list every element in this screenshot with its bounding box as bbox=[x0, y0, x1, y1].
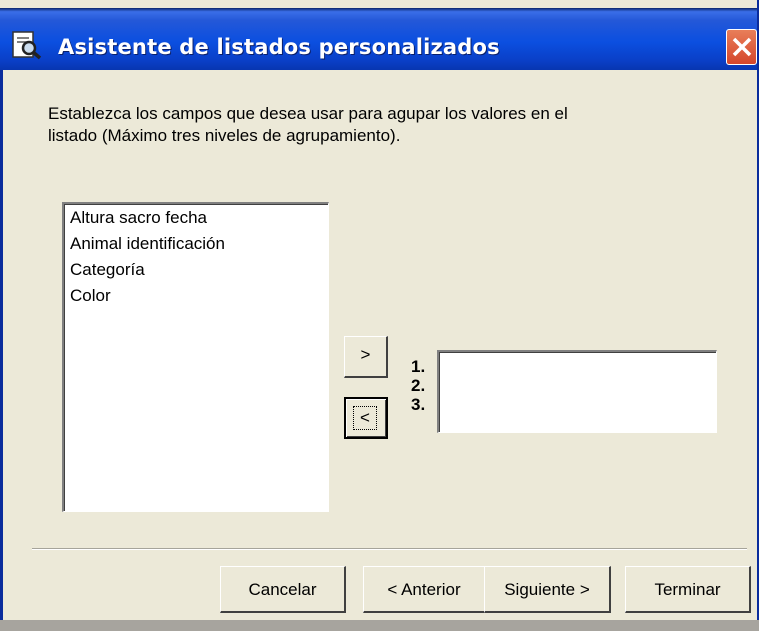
cancel-button[interactable]: Cancelar bbox=[220, 566, 346, 613]
list-item[interactable]: Categoría bbox=[64, 257, 328, 283]
list-item[interactable]: Color bbox=[64, 283, 328, 309]
title-bar[interactable]: Asistente de listados personalizados bbox=[0, 8, 757, 70]
window-border bbox=[0, 70, 3, 620]
previous-button[interactable]: < Anterior bbox=[363, 566, 486, 613]
list-item[interactable]: Altura sacro fecha bbox=[64, 205, 328, 231]
available-fields-list[interactable]: Altura sacro fecha Animal identificación… bbox=[62, 202, 329, 512]
divider bbox=[32, 548, 747, 550]
remove-field-label: < bbox=[353, 406, 377, 430]
finish-button[interactable]: Terminar bbox=[625, 566, 751, 613]
desktop-background bbox=[0, 620, 759, 631]
instruction-line-1: Establezca los campos que desea usar par… bbox=[48, 104, 568, 123]
instruction-text: Establezca los campos que desea usar par… bbox=[48, 103, 728, 147]
wizard-window: Asistente de listados personalizados Est… bbox=[0, 0, 759, 620]
list-item[interactable]: Animal identificación bbox=[64, 231, 328, 257]
selected-fields-list[interactable] bbox=[437, 350, 717, 433]
instruction-line-2: listado (Máximo tres niveles de agrupami… bbox=[48, 126, 401, 145]
close-icon bbox=[732, 37, 752, 57]
add-field-button[interactable]: > bbox=[344, 336, 388, 378]
remove-field-button[interactable]: < bbox=[344, 397, 388, 439]
window-title: Asistente de listados personalizados bbox=[58, 35, 500, 59]
preview-icon bbox=[10, 30, 44, 60]
next-button[interactable]: Siguiente > bbox=[484, 566, 611, 613]
close-button[interactable] bbox=[726, 29, 757, 65]
